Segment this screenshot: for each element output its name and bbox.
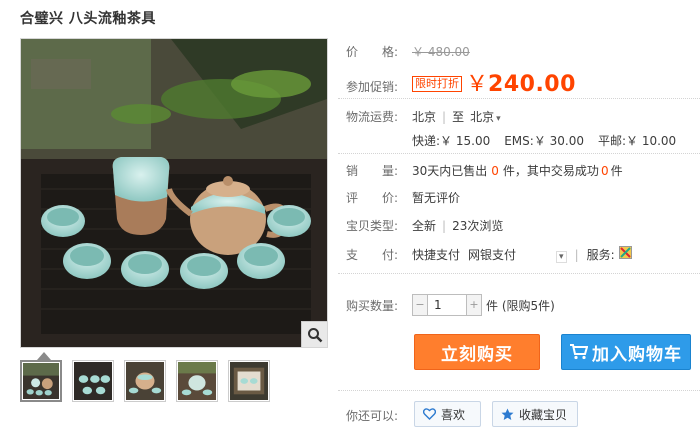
payment-separator: |: [574, 248, 579, 262]
success-count: 0: [600, 164, 609, 178]
thumbnail-image: [74, 362, 112, 400]
surface-fee: 平邮:￥ 10.00: [597, 134, 677, 148]
add-to-cart-button[interactable]: 加入购物车: [561, 334, 691, 370]
like-label: 喜欢: [441, 407, 466, 422]
promo-badge: 限时打折: [412, 76, 462, 92]
thumbnail-image: [23, 363, 59, 399]
tea-set-photo: [21, 39, 327, 347]
thumbnail-image: [178, 362, 216, 400]
review-label: 评 价:: [346, 191, 399, 205]
star-icon: [501, 408, 514, 420]
quantity-label: 购买数量:: [346, 298, 399, 313]
payment-dropdown-icon[interactable]: ▾: [556, 251, 567, 263]
thumbnail-image: [126, 362, 164, 400]
thumbnail-3[interactable]: [124, 360, 166, 402]
more-actions-label: 你还可以:: [346, 409, 399, 423]
price-label: 价 格:: [346, 45, 399, 59]
divider: [338, 273, 700, 274]
payment-row: 支 付: 快捷支付 网银支付 ▾ | 服务:: [346, 246, 632, 263]
express-fee: 快递:￥ 15.00: [412, 134, 491, 148]
sales-prefix: 30天内已售出: [412, 164, 488, 178]
payment-method-1: 快捷支付: [412, 248, 461, 262]
type-separator: |: [442, 219, 447, 233]
more-actions-row: 你还可以:: [346, 407, 412, 424]
thumbnail-strip: [20, 360, 270, 402]
ems-fee: EMS:￥ 30.00: [504, 134, 584, 148]
price-row: 价 格: ￥ 480.00: [346, 43, 470, 60]
payment-label: 支 付:: [346, 248, 399, 262]
original-price: ￥ 480.00: [412, 45, 470, 59]
item-type-label: 宝贝类型:: [346, 219, 399, 233]
quantity-row: 购买数量: − 1 + 件 (限购5件): [346, 294, 555, 316]
ship-to-prefix: 至: [452, 110, 465, 124]
service-label: 服务:: [586, 248, 615, 262]
heart-icon: [423, 408, 436, 420]
sales-row: 销 量: 30天内已售出 0 件，其中交易成功 0 件: [346, 162, 623, 179]
quantity-limit-note: 件 (限购5件): [486, 298, 555, 313]
quantity-input[interactable]: 1: [427, 295, 467, 315]
promo-price: 240.00: [488, 72, 576, 97]
magnifier-icon: [307, 327, 322, 342]
thumbnail-2[interactable]: [72, 360, 114, 402]
zoom-button[interactable]: [301, 321, 327, 347]
product-main-image[interactable]: [20, 38, 328, 348]
buy-now-label: 立刻购买: [441, 344, 513, 365]
thumbnail-4[interactable]: [176, 360, 218, 402]
service-badge-icon[interactable]: [618, 246, 632, 262]
increment-button[interactable]: +: [467, 295, 481, 315]
view-count: 23次浏览: [452, 219, 504, 233]
ship-to: 北京: [470, 110, 495, 124]
sales-label: 销 量:: [346, 164, 399, 178]
ship-from: 北京: [412, 110, 437, 124]
favorite-label: 收藏宝贝: [519, 407, 568, 422]
decrement-button[interactable]: −: [413, 295, 427, 315]
thumbnail-image: [230, 362, 268, 400]
add-to-cart-label: 加入购物车: [592, 344, 682, 365]
shipping-fees: 快递:￥ 15.00 EMS:￥ 30.00 平邮:￥ 10.00: [412, 132, 676, 149]
divider: [338, 98, 700, 99]
review-value[interactable]: 暂无评价: [412, 189, 460, 206]
favorite-button[interactable]: 收藏宝贝: [492, 401, 578, 427]
sales-middle: 件，其中交易成功: [502, 164, 599, 178]
sales-suffix: 件: [610, 164, 623, 178]
shipping-row: 物流运费: 北京 | 至 北京 ▾: [346, 108, 501, 125]
buy-now-button[interactable]: 立刻购买: [414, 334, 540, 370]
product-title: 合璧兴 八头流釉茶具: [20, 11, 156, 27]
ship-separator: |: [442, 110, 447, 124]
thumbnail-1[interactable]: [20, 360, 62, 402]
like-button[interactable]: 喜欢: [414, 401, 481, 427]
divider: [338, 153, 700, 154]
promo-currency: ￥: [466, 72, 489, 97]
item-condition: 全新: [412, 219, 437, 233]
shipping-label: 物流运费:: [346, 110, 399, 124]
review-row: 评 价: 暂无评价: [346, 189, 460, 206]
thumbnail-indicator: [37, 352, 51, 360]
payment-method-2: 网银支付: [468, 248, 517, 262]
item-type-row: 宝贝类型: 全新 | 23次浏览: [346, 217, 503, 234]
divider: [338, 390, 700, 391]
chevron-down-icon: ▾: [496, 114, 501, 124]
promo-label: 参加促销:: [346, 80, 399, 94]
quantity-stepper: − 1 +: [412, 294, 482, 316]
shopping-cart-icon: [570, 344, 588, 360]
promo-row: 参加促销: 限时打折 ￥ 240.00: [346, 66, 576, 98]
sold-count: 0: [491, 164, 499, 178]
thumbnail-5[interactable]: [228, 360, 270, 402]
ship-to-select[interactable]: 北京 ▾: [470, 108, 501, 125]
